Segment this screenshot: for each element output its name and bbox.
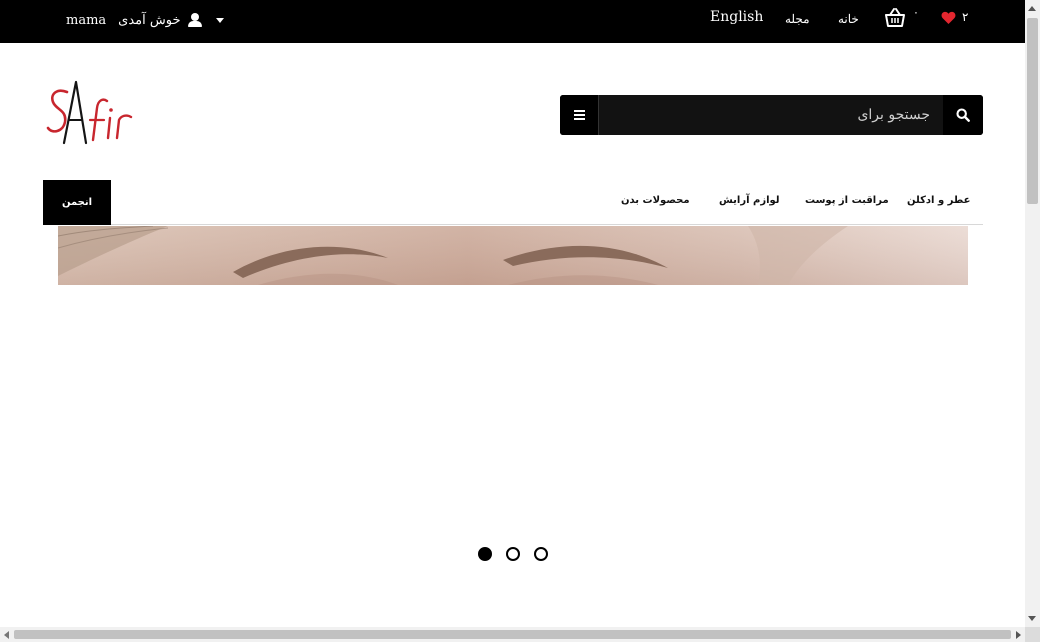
user-menu[interactable]: mama خوش آمدی <box>66 10 225 30</box>
page: mama خوش آمدی English مجله خانه ۰ ۲ جستج… <box>0 0 1025 627</box>
search-icon <box>956 108 970 122</box>
nav-item-skincare[interactable]: مراقبت از پوست <box>805 195 889 206</box>
safir-logo[interactable] <box>45 80 141 148</box>
scroll-left-arrow[interactable] <box>4 631 9 639</box>
slider-pagination <box>478 547 548 561</box>
cart-button[interactable]: ۰ <box>883 6 919 30</box>
username: mama <box>66 12 107 28</box>
hamburger-icon <box>573 114 585 116</box>
scroll-down-arrow[interactable] <box>1028 616 1036 621</box>
slider-dot[interactable] <box>534 547 548 561</box>
magazine-link[interactable]: مجله <box>785 12 810 26</box>
scroll-right-arrow[interactable] <box>1016 631 1021 639</box>
nav-item-perfume[interactable]: عطر و ادکلن <box>907 195 970 206</box>
horizontal-scrollbar[interactable] <box>0 627 1025 642</box>
menu-button[interactable] <box>560 95 599 135</box>
user-icon <box>188 13 203 27</box>
slider-dot[interactable] <box>506 547 520 561</box>
search-button[interactable] <box>943 95 983 135</box>
horizontal-scroll-thumb[interactable] <box>14 630 1011 639</box>
community-button[interactable]: انجمن <box>43 180 111 225</box>
vertical-scrollbar[interactable] <box>1025 0 1040 627</box>
slider-dot[interactable] <box>478 547 492 561</box>
basket-icon <box>885 8 905 27</box>
category-nav: انجمن عطر و ادکلن مراقبت از پوست لوازم آ… <box>43 180 983 225</box>
chevron-down-icon[interactable] <box>216 17 225 23</box>
top-bar: mama خوش آمدی English مجله خانه ۰ ۲ <box>0 0 1025 43</box>
nav-item-makeup[interactable]: لوازم آرایش <box>719 195 780 206</box>
nav-item-body[interactable]: محصولات بدن <box>621 195 690 206</box>
wishlist-button[interactable]: ۲ <box>941 10 968 24</box>
language-switch[interactable]: English <box>710 9 763 25</box>
welcome-text: خوش آمدی <box>118 12 181 28</box>
search-input[interactable] <box>599 95 944 135</box>
hero-banner-image[interactable] <box>58 226 968 285</box>
scroll-up-arrow[interactable] <box>1028 6 1036 11</box>
cart-count: ۰ <box>913 5 919 19</box>
heart-icon <box>941 11 956 24</box>
wishlist-count: ۲ <box>962 10 969 24</box>
home-link[interactable]: خانه <box>838 12 859 26</box>
vertical-scroll-thumb[interactable] <box>1027 18 1038 204</box>
scrollbar-corner <box>1025 627 1040 642</box>
search-bar <box>560 95 983 135</box>
